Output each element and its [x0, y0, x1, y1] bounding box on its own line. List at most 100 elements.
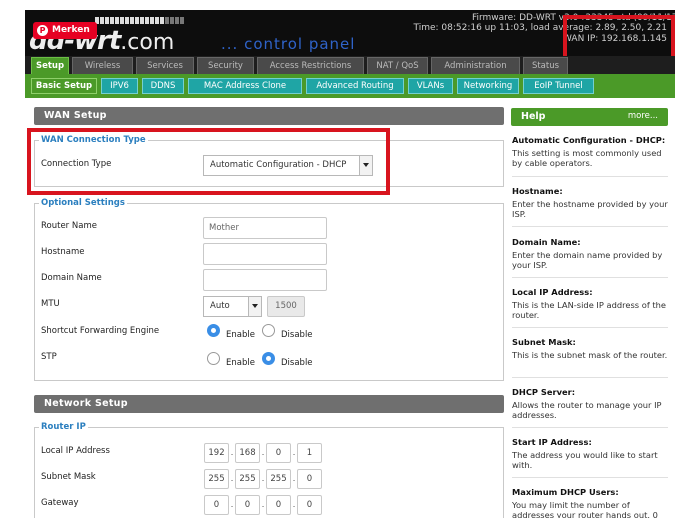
hostname-input[interactable]: [203, 243, 327, 265]
ip-dot: .: [261, 448, 265, 457]
help-item: Hostname: Enter the hostname provided by…: [512, 186, 668, 219]
help-text: Enter the hostname provided by your ISP.: [512, 199, 668, 219]
help-heading: Maximum DHCP Users:: [512, 487, 619, 497]
help-header: Help more...: [511, 108, 668, 126]
stp-label: STP: [41, 352, 57, 362]
tab-status[interactable]: Status: [523, 57, 568, 74]
stp-enable-label: Enable: [226, 358, 255, 368]
subtab-ddns[interactable]: DDNS: [142, 78, 184, 94]
tab-access-restrictions[interactable]: Access Restrictions: [257, 57, 364, 74]
gateway-octet-4[interactable]: 0: [297, 495, 322, 515]
subnet-octet-2[interactable]: 255: [235, 469, 260, 489]
divider: [512, 327, 668, 328]
sfe-label: Shortcut Forwarding Engine: [41, 326, 160, 336]
gateway-label: Gateway: [41, 498, 79, 508]
ip-dot: .: [230, 500, 234, 509]
tab-administration[interactable]: Administration: [431, 57, 520, 74]
help-title: Help: [521, 111, 546, 122]
pinterest-icon: P: [37, 25, 48, 36]
local-ip-octet-3[interactable]: 0: [266, 443, 291, 463]
divider: [512, 176, 668, 177]
mtu-value-field: 1500: [267, 296, 305, 317]
help-item: Domain Name: Enter the domain name provi…: [512, 237, 668, 270]
highlight-connection-type: [27, 128, 390, 195]
domain-name-input[interactable]: [203, 269, 327, 291]
subtab-eoip-tunnel[interactable]: EoIP Tunnel: [523, 78, 594, 94]
help-item: Start IP Address: The address you would …: [512, 437, 668, 470]
domain-name-label: Domain Name: [41, 273, 102, 283]
gateway-octet-2[interactable]: 0: [235, 495, 260, 515]
help-text: This is the LAN-side IP address of the r…: [512, 300, 667, 320]
ip-dot: .: [230, 448, 234, 457]
divider: [512, 477, 668, 478]
tab-wireless[interactable]: Wireless: [72, 57, 133, 74]
help-item: Subnet Mask: This is the subnet mask of …: [512, 337, 668, 360]
help-heading: Start IP Address:: [512, 437, 592, 447]
router-ip-legend: Router IP: [39, 422, 88, 433]
divider: [512, 427, 668, 428]
subtab-networking[interactable]: Networking: [457, 78, 519, 94]
mtu-label: MTU: [41, 299, 60, 309]
subtab-mac-address-clone[interactable]: MAC Address Clone: [188, 78, 302, 94]
sfe-disable-radio[interactable]: [262, 324, 275, 337]
help-heading: Local IP Address:: [512, 287, 593, 297]
stp-disable-radio[interactable]: [262, 352, 275, 365]
help-text: This setting is most commonly used by ca…: [512, 148, 662, 168]
sfe-enable-radio[interactable]: [207, 324, 220, 337]
main-tabs: Setup Wireless Services Security Access …: [25, 56, 675, 74]
divider: [512, 277, 668, 278]
mtu-mode-select[interactable]: Auto: [203, 296, 262, 317]
help-more-link[interactable]: more...: [628, 111, 658, 121]
ip-dot: .: [261, 474, 265, 483]
optional-settings-legend: Optional Settings: [39, 198, 127, 209]
subnet-octet-3[interactable]: 255: [266, 469, 291, 489]
pinterest-save-button[interactable]: P Merken: [33, 22, 97, 39]
subnet-octet-4[interactable]: 0: [297, 469, 322, 489]
subtab-basic-setup[interactable]: Basic Setup: [31, 78, 97, 94]
local-ip-octet-4[interactable]: 1: [297, 443, 322, 463]
help-text: The address you would like to start with…: [512, 450, 658, 470]
tab-security[interactable]: Security: [197, 57, 254, 74]
chevron-down-icon: [248, 297, 261, 316]
mtu-mode-value: Auto: [210, 301, 230, 311]
tab-nat-qos[interactable]: NAT / QoS: [367, 57, 428, 74]
help-text: You may limit the number of addresses yo…: [512, 500, 658, 518]
local-ip-label: Local IP Address: [41, 446, 110, 456]
stp-disable-label: Disable: [281, 358, 313, 368]
subtab-ipv6[interactable]: IPV6: [101, 78, 138, 94]
gateway-octet-1[interactable]: 0: [204, 495, 229, 515]
subtab-vlans[interactable]: VLANs: [408, 78, 453, 94]
ip-dot: .: [230, 474, 234, 483]
help-heading: Domain Name:: [512, 237, 581, 247]
help-heading: Automatic Configuration - DHCP:: [512, 135, 666, 145]
help-heading: Hostname:: [512, 186, 563, 196]
help-text: This is the subnet mask of the router.: [512, 350, 668, 360]
gateway-octet-3[interactable]: 0: [266, 495, 291, 515]
subnet-octet-1[interactable]: 255: [204, 469, 229, 489]
stp-enable-radio[interactable]: [207, 352, 220, 365]
divider: [512, 377, 668, 378]
help-heading: DHCP Server:: [512, 387, 576, 397]
network-setup-header: Network Setup: [34, 395, 504, 413]
hostname-label: Hostname: [41, 247, 85, 257]
help-item: Local IP Address: This is the LAN-side I…: [512, 287, 668, 320]
divider: [512, 226, 668, 227]
router-name-label: Router Name: [41, 221, 97, 231]
tab-setup[interactable]: Setup: [31, 57, 69, 74]
ip-dot: .: [292, 500, 296, 509]
tab-services[interactable]: Services: [136, 57, 194, 74]
help-item: Maximum DHCP Users: You may limit the nu…: [512, 487, 668, 518]
router-name-input[interactable]: Mother: [203, 217, 327, 239]
local-ip-octet-1[interactable]: 192: [204, 443, 229, 463]
sfe-enable-label: Enable: [226, 330, 255, 340]
tagline: ... control panel: [221, 35, 356, 53]
pinterest-save-label: Merken: [52, 25, 90, 35]
ip-dot: .: [292, 448, 296, 457]
ip-dot: .: [292, 474, 296, 483]
sub-tabs: Basic Setup IPV6 DDNS MAC Address Clone …: [25, 74, 675, 98]
subtab-advanced-routing[interactable]: Advanced Routing: [306, 78, 404, 94]
sfe-disable-label: Disable: [281, 330, 313, 340]
local-ip-octet-2[interactable]: 168: [235, 443, 260, 463]
help-heading: Subnet Mask:: [512, 337, 576, 347]
wan-setup-header: WAN Setup: [34, 107, 504, 125]
